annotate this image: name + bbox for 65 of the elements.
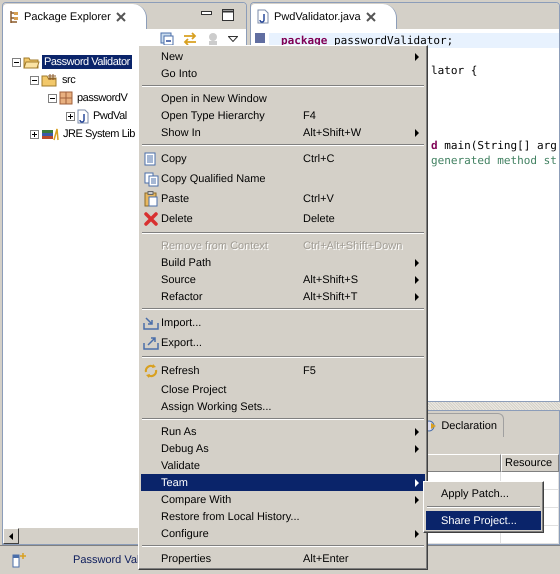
menu-item[interactable]: Compare With xyxy=(141,491,425,508)
menu-item[interactable]: Copy Ctrl+C xyxy=(141,149,425,169)
code-line: d main(String[] arg xyxy=(431,138,557,153)
minimize-icon[interactable] xyxy=(201,11,212,16)
java-file-icon xyxy=(77,108,89,124)
delete-icon xyxy=(144,212,158,226)
copy-icon xyxy=(144,152,158,166)
menu-item[interactable]: Delete Delete xyxy=(141,209,425,229)
menu-item[interactable]: Apply Patch... xyxy=(426,484,541,503)
menu-item[interactable]: New xyxy=(141,48,425,65)
scroll-left-icon[interactable] xyxy=(9,532,13,540)
overview-marker-icon xyxy=(255,33,265,43)
tree-item[interactable]: PwdVal xyxy=(91,109,129,123)
menu-item[interactable]: Copy Qualified Name xyxy=(141,169,425,189)
menu-item[interactable]: Debug As xyxy=(141,440,425,457)
expand-icon[interactable] xyxy=(66,112,75,120)
code-line: generated method st xyxy=(431,153,557,168)
menu-item[interactable]: Build Path xyxy=(141,254,425,271)
menu-item[interactable]: Refactor Alt+Shift+T xyxy=(141,288,425,305)
menu-item[interactable]: Validate xyxy=(141,457,425,474)
clipboard-icon xyxy=(144,191,158,207)
menu-item[interactable]: Configure xyxy=(141,525,425,542)
collapse-icon[interactable] xyxy=(30,76,39,84)
editor-tab[interactable]: PwdValidator.java xyxy=(251,4,397,29)
copy-icon xyxy=(144,172,158,186)
close-icon[interactable] xyxy=(116,12,126,22)
source-folder-icon xyxy=(41,73,58,87)
package-icon xyxy=(59,91,73,105)
import-icon xyxy=(143,316,159,330)
menu-item[interactable]: Team xyxy=(141,474,425,491)
library-icon xyxy=(41,127,59,141)
tree-item[interactable]: Password Validator xyxy=(42,55,132,69)
tree-item[interactable]: JRE System Lib xyxy=(61,127,137,141)
menu-item[interactable]: Go Into xyxy=(141,65,425,82)
tree-item[interactable]: passwordV xyxy=(75,91,130,105)
fast-view-icon[interactable] xyxy=(12,552,26,568)
column-header[interactable]: Resource xyxy=(501,454,559,472)
tree-item[interactable]: src xyxy=(60,73,78,87)
menu-item[interactable]: Share Project... xyxy=(426,511,541,530)
code-line: lator { xyxy=(431,63,478,78)
menu-item[interactable]: Refresh F5 xyxy=(141,361,425,381)
java-file-icon xyxy=(257,9,269,24)
view-tab[interactable]: Package Explorer xyxy=(3,4,147,29)
menu-item[interactable]: Export... xyxy=(141,333,425,353)
menu-item[interactable]: Close Project xyxy=(141,381,425,398)
export-icon xyxy=(143,336,159,350)
close-icon[interactable] xyxy=(366,12,376,22)
menu-item[interactable]: Import... xyxy=(141,313,425,333)
menu-item[interactable]: Properties Alt+Enter xyxy=(141,550,425,567)
collapse-all-icon[interactable] xyxy=(160,32,174,46)
project-folder-icon xyxy=(23,55,40,69)
menu-item[interactable]: Paste Ctrl+V xyxy=(141,189,425,209)
collapse-icon[interactable] xyxy=(48,94,57,102)
menu-item[interactable]: Assign Working Sets... xyxy=(141,398,425,415)
expand-icon[interactable] xyxy=(30,130,39,138)
menu-item[interactable]: Open Type Hierarchy F4 xyxy=(141,107,425,124)
menu-item[interactable]: Open in New Window xyxy=(141,90,425,107)
menu-item[interactable]: Show In Alt+Shift+W xyxy=(141,124,425,141)
menu-item[interactable]: Source Alt+Shift+S xyxy=(141,271,425,288)
view-menu-icon[interactable] xyxy=(228,36,238,42)
package-explorer-icon xyxy=(9,10,19,24)
maximize-icon[interactable] xyxy=(222,9,234,21)
menu-item[interactable]: Restore from Local History... xyxy=(141,508,425,525)
collapse-icon[interactable] xyxy=(12,58,21,66)
refresh-icon xyxy=(143,363,159,379)
